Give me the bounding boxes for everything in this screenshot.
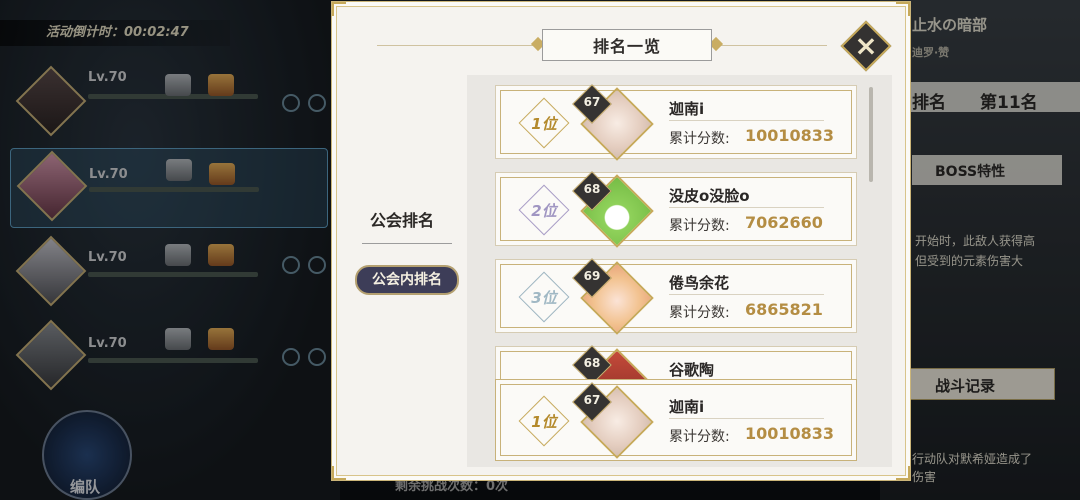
tab-in-guild-ranking[interactable]: 公会内排名 [355, 265, 459, 295]
rank-badge: 3位 [504, 271, 584, 323]
corner-ornament [332, 466, 346, 480]
rank-badge: 2位 [504, 184, 584, 236]
tab-guild-ranking[interactable]: 公会排名 [337, 207, 467, 231]
ranking-list[interactable]: 1位 67 迦南i 累计分数: 10010833 2位 68 没皮o没脸o 累计… [467, 75, 892, 467]
player-name: 迦南i [669, 100, 705, 118]
tab-divider [362, 243, 452, 244]
player-name: 倦鸟余花 [669, 274, 730, 292]
corner-ornament [896, 2, 910, 16]
player-level: 68 [583, 182, 601, 196]
score-label: 累计分数: [669, 218, 730, 234]
rank-badge: 1位 [504, 395, 584, 447]
title-divider [717, 45, 827, 46]
score-label: 累计分数: [669, 429, 730, 445]
corner-ornament [896, 466, 910, 480]
close-button[interactable]: × [840, 20, 892, 72]
name-divider [669, 418, 824, 419]
rank-text: 2位 [531, 202, 557, 220]
player-score: 6865821 [745, 300, 823, 319]
modal-title-box: 排名一览 [542, 29, 712, 61]
score-label: 累计分数: [669, 305, 730, 321]
rank-text: 1位 [531, 115, 557, 133]
modal-title: 排名一览 [592, 37, 661, 56]
player-name: 没皮o没脸o [669, 187, 750, 205]
corner-ornament [332, 2, 346, 16]
player-score: 7062660 [745, 213, 823, 232]
rank-text: 3位 [531, 289, 557, 307]
name-divider [669, 294, 824, 295]
player-score: 10010833 [745, 126, 835, 145]
player-level: 69 [583, 269, 601, 283]
list-scrollbar[interactable] [869, 87, 873, 182]
rank-text: 1位 [531, 413, 557, 431]
ranking-entry[interactable]: 2位 68 没皮o没脸o 累计分数: 7062660 [495, 171, 857, 248]
rank-badge: 1位 [504, 97, 584, 149]
player-score: 10010833 [745, 424, 835, 443]
ranking-tabs: 公会排名 公会内排名 [337, 77, 467, 467]
player-level: 68 [583, 356, 601, 370]
ranking-entry[interactable]: 1位 67 迦南i 累计分数: 10010833 [495, 84, 857, 161]
ranking-entry[interactable]: 3位 69 倦鸟余花 累计分数: 6865821 [495, 258, 857, 335]
player-level: 67 [583, 95, 601, 109]
player-name: 谷歌陶 [669, 361, 715, 379]
name-divider [669, 120, 824, 121]
close-icon: × [854, 29, 878, 62]
player-level: 67 [583, 393, 601, 407]
title-divider [377, 45, 537, 46]
score-label: 累计分数: [669, 131, 730, 147]
player-name: 迦南i [669, 398, 705, 416]
ranking-modal: 排名一览 × 公会排名 公会内排名 1位 67 迦南i 累计分数: 100108… [332, 2, 910, 480]
self-ranking-entry[interactable]: 1位 67 迦南i 累计分数: 10010833 [495, 379, 857, 461]
name-divider [669, 207, 824, 208]
